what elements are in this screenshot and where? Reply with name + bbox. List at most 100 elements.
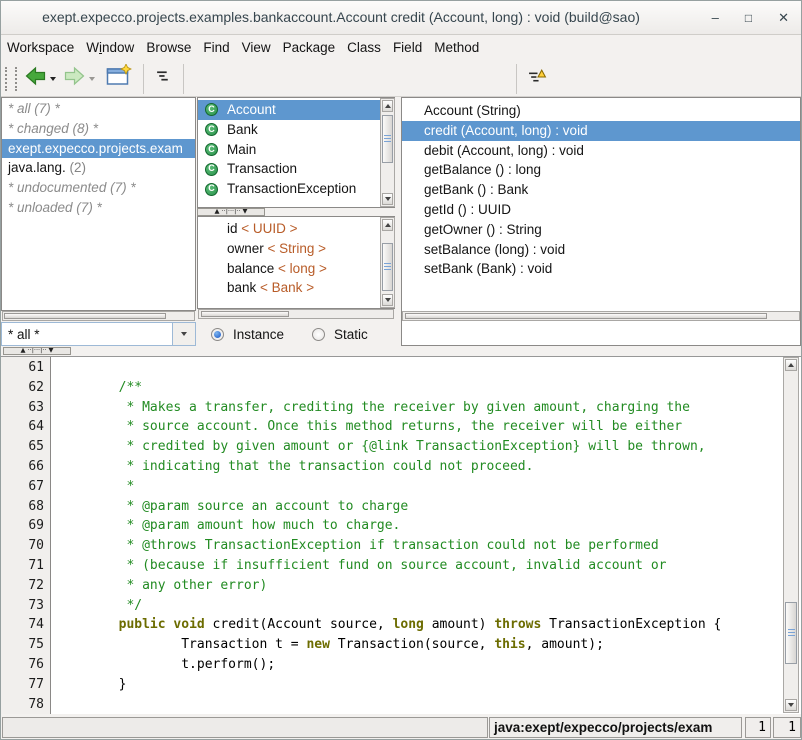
close-button[interactable]: ✕: [778, 11, 789, 24]
scroll-down-icon[interactable]: [382, 294, 393, 306]
scrollbar-thumb[interactable]: [382, 115, 393, 163]
combo-dropdown-button[interactable]: [172, 323, 195, 345]
package-item[interactable]: * undocumented (7) *: [2, 178, 195, 198]
field-list-hscrollbar[interactable]: [198, 309, 394, 319]
method-item[interactable]: Account (String): [402, 101, 800, 121]
menu-item-class[interactable]: Class: [347, 40, 381, 55]
field-list-vscrollbar[interactable]: [380, 217, 395, 308]
scrollbar-thumb[interactable]: [201, 311, 289, 317]
radio-option-instance[interactable]: Instance: [211, 327, 284, 342]
class-list-vscrollbar[interactable]: [380, 98, 395, 207]
main-splitter-handle[interactable]: ▲ ··|···|·· ▼: [3, 347, 71, 355]
method-list: Account (String)credit (Account, long) :…: [401, 97, 801, 346]
menu-item-workspace[interactable]: Workspace: [7, 40, 74, 55]
menu-item-method[interactable]: Method: [434, 40, 479, 55]
editor-vscrollbar[interactable]: [783, 357, 799, 713]
package-item[interactable]: * all (7) *: [2, 99, 195, 119]
class-item[interactable]: CAccount: [198, 100, 394, 120]
method-list-icon: [155, 69, 172, 89]
class-item[interactable]: CTransactionException: [198, 179, 394, 199]
method-item[interactable]: getBalance () : long: [402, 160, 800, 180]
code-line: 75 Transaction t = new Transaction(sourc…: [1, 635, 802, 655]
scroll-down-icon[interactable]: [382, 193, 393, 205]
method-list-button[interactable]: [155, 69, 172, 89]
titlebar[interactable]: exept.expecco.projects.examples.bankacco…: [1, 1, 801, 35]
line-number: 67: [1, 477, 51, 497]
forward-button[interactable]: [63, 66, 95, 91]
menubar: Workspace Window Browse Find View Package Clas…: [1, 34, 801, 61]
code-text: /**: [51, 378, 142, 398]
code-line: 77 }: [1, 675, 802, 695]
field-item[interactable]: owner < String >: [198, 239, 394, 259]
radio-icon[interactable]: [312, 328, 325, 341]
method-item[interactable]: credit (Account, long) : void: [402, 121, 800, 141]
code-text: * indicating that the transaction could …: [51, 457, 533, 477]
method-item[interactable]: getOwner () : String: [402, 220, 800, 240]
code-segment: * source account. Once this method retur…: [56, 419, 682, 434]
code-line: 63 * Makes a transfer, crediting the rec…: [1, 398, 802, 418]
radio-option-static[interactable]: Static: [312, 327, 368, 342]
main-splitter[interactable]: [1, 346, 802, 356]
maximize-button[interactable]: □: [745, 12, 752, 24]
back-button[interactable]: [24, 66, 56, 91]
class-field-splitter-handle[interactable]: ▲ ··|···|·· ▼: [197, 208, 265, 216]
scroll-up-icon[interactable]: [382, 219, 393, 231]
scrollbar-thumb[interactable]: [405, 313, 767, 319]
line-number: 78: [1, 695, 51, 714]
field-item[interactable]: id < UUID >: [198, 219, 394, 239]
forward-history-menu-icon[interactable]: [89, 77, 95, 81]
class-item[interactable]: CMain: [198, 140, 394, 160]
method-item[interactable]: setBank (Bank) : void: [402, 259, 800, 279]
menu-item-package[interactable]: Package: [283, 40, 336, 55]
code-segment: Transaction(source,: [330, 637, 494, 652]
method-filter-combo[interactable]: * all *: [1, 322, 196, 346]
method-item[interactable]: setBalance (long) : void: [402, 240, 800, 260]
line-number: 74: [1, 615, 51, 635]
class-item[interactable]: CBank: [198, 120, 394, 140]
field-item[interactable]: balance < long >: [198, 259, 394, 279]
code-editor[interactable]: 6162 /**63 * Makes a transfer, crediting…: [1, 356, 802, 714]
package-item[interactable]: exept.expecco.projects.exam: [2, 139, 195, 159]
code-segment: amount): [424, 617, 494, 632]
package-label: * undocumented (7) *: [8, 180, 136, 195]
toolbar-separator: [143, 64, 144, 94]
scroll-up-icon[interactable]: [785, 359, 797, 371]
code-segment: /**: [56, 380, 142, 395]
code-segment: TransactionException {: [541, 617, 721, 632]
method-item[interactable]: getBank () : Bank: [402, 180, 800, 200]
menu-item-browse[interactable]: Browse: [146, 40, 191, 55]
scroll-down-icon[interactable]: [785, 699, 797, 711]
package-item[interactable]: java.lang. (2): [2, 158, 195, 178]
menu-item-field[interactable]: Field: [393, 40, 422, 55]
menu-item-window[interactable]: Window: [86, 40, 134, 55]
field-item[interactable]: bank < Bank >: [198, 278, 394, 298]
new-browser-button[interactable]: [106, 64, 132, 93]
code-segment: * @throws TransactionException if transa…: [56, 538, 659, 553]
code-line: 64 * source account. Once this method re…: [1, 417, 802, 437]
minimize-button[interactable]: –: [712, 11, 719, 24]
editor-hscrollbar[interactable]: [2, 717, 488, 738]
warnings-list-button[interactable]: [528, 69, 547, 89]
menu-item-view[interactable]: View: [242, 40, 271, 55]
new-browser-icon: [106, 64, 132, 93]
method-list-hscrollbar[interactable]: [402, 311, 800, 321]
scroll-up-icon[interactable]: [382, 100, 393, 112]
toolbar-drag-handle-icon[interactable]: [5, 67, 17, 91]
code-line: 68 * @param source an account to charge: [1, 497, 802, 517]
menu-item-find[interactable]: Find: [203, 40, 229, 55]
package-list-hscrollbar[interactable]: [2, 311, 195, 321]
package-item[interactable]: * changed (8) *: [2, 119, 195, 139]
scrollbar-thumb[interactable]: [785, 602, 797, 664]
line-number: 70: [1, 536, 51, 556]
field-name: bank: [227, 280, 256, 295]
back-history-menu-icon[interactable]: [50, 77, 56, 81]
toolbar: [1, 61, 801, 97]
package-item[interactable]: * unloaded (7) *: [2, 198, 195, 218]
scrollbar-thumb[interactable]: [382, 243, 393, 291]
class-item[interactable]: CTransaction: [198, 159, 394, 179]
code-text: Transaction t = new Transaction(source, …: [51, 635, 604, 655]
method-item[interactable]: getId () : UUID: [402, 200, 800, 220]
method-item[interactable]: debit (Account, long) : void: [402, 141, 800, 161]
scrollbar-thumb[interactable]: [4, 313, 166, 319]
radio-icon[interactable]: [211, 328, 224, 341]
